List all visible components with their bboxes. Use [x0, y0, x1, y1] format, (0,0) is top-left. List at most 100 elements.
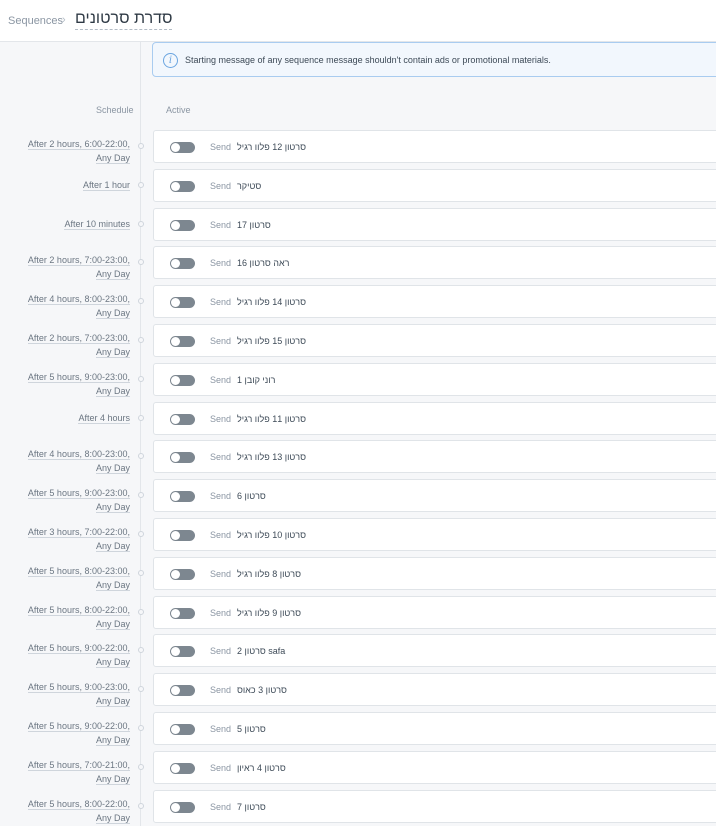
- schedule-line: Any Day: [95, 541, 130, 552]
- message-name-link[interactable]: סרטון 8 פלוו רגיל: [237, 569, 301, 579]
- sequence-message-row[interactable]: Send סרטון 11 פלוו רגיל: [153, 402, 716, 435]
- active-toggle[interactable]: [170, 452, 195, 463]
- message-name-link[interactable]: סטיקר: [237, 181, 261, 191]
- timeline-dot: [138, 725, 144, 731]
- schedule-label[interactable]: After 5 hours, 9:00-22:00, Any Day: [5, 641, 130, 669]
- message-name-link[interactable]: ראה סרטון 16: [237, 258, 289, 268]
- schedule-label[interactable]: After 5 hours, 9:00-23:00, Any Day: [5, 486, 130, 514]
- sequence-title[interactable]: סדרת סרטונים: [75, 10, 173, 30]
- schedule-line: Any Day: [95, 735, 130, 746]
- schedule-line: Any Day: [95, 813, 130, 824]
- message-name-link[interactable]: סרטון 11 פלוו רגיל: [237, 414, 306, 424]
- sequence-message-row[interactable]: Send סרטון 3 כאוס: [153, 673, 716, 706]
- active-toggle[interactable]: [170, 608, 195, 619]
- message-name-link[interactable]: סרטון 17: [237, 220, 271, 230]
- sequence-message-row[interactable]: Send סרטון 17: [153, 208, 716, 241]
- message-name-link[interactable]: סרטון 14 פלוו רגיל: [237, 297, 306, 307]
- sequence-message-row[interactable]: Send סרטון 5: [153, 712, 716, 745]
- active-toggle[interactable]: [170, 220, 195, 231]
- message-name-link[interactable]: סרטון 9 פלוו רגיל: [237, 608, 301, 618]
- timeline-dot: [138, 803, 144, 809]
- sequence-message-row[interactable]: Send סרטון 12 פלוו רגיל: [153, 130, 716, 163]
- schedule-line: Any Day: [95, 657, 130, 668]
- schedule-line: After 5 hours, 9:00-22:00,: [27, 643, 130, 654]
- schedule-header: Schedule: [96, 105, 134, 115]
- sequence-message-row[interactable]: Send סרטון 10 פלוו רגיל: [153, 518, 716, 551]
- schedule-line: Any Day: [95, 502, 130, 513]
- schedule-label[interactable]: After 5 hours, 7:00-21:00, Any Day: [5, 758, 130, 786]
- schedule-label[interactable]: After 5 hours, 8:00-23:00, Any Day: [5, 564, 130, 592]
- message-name-link[interactable]: סרטון 4 ראיון: [237, 763, 286, 773]
- breadcrumb-sequences-link[interactable]: Sequences: [8, 15, 63, 27]
- schedule-label[interactable]: After 10 minutes: [5, 217, 130, 231]
- sequence-message-row[interactable]: Send סרטון 9 פלוו רגיל: [153, 596, 716, 629]
- schedule-label[interactable]: After 2 hours, 7:00-23:00, Any Day: [5, 331, 130, 359]
- active-toggle[interactable]: [170, 181, 195, 192]
- active-toggle[interactable]: [170, 491, 195, 502]
- message-name-link[interactable]: סרטון 5: [237, 724, 266, 734]
- active-toggle[interactable]: [170, 685, 195, 696]
- schedule-label[interactable]: After 5 hours, 9:00-23:00, Any Day: [5, 680, 130, 708]
- send-label: Send: [210, 181, 232, 191]
- sequence-message-row[interactable]: Send סרטון 8 פלוו רגיל: [153, 557, 716, 590]
- timeline-dot: [138, 764, 144, 770]
- schedule-line: After 5 hours, 9:00-23:00,: [27, 372, 130, 383]
- message-name-link[interactable]: סרטון 13 פלוו רגיל: [237, 452, 306, 462]
- schedule-line: After 2 hours, 7:00-23:00,: [27, 333, 130, 344]
- send-label: Send: [210, 802, 232, 812]
- schedule-label[interactable]: After 2 hours, 6:00-22:00, Any Day: [5, 137, 130, 165]
- message-name-link[interactable]: סרטון 7: [237, 802, 266, 812]
- schedule-label[interactable]: After 1 hour: [5, 178, 130, 192]
- schedule-label[interactable]: After 4 hours, 8:00-23:00, Any Day: [5, 292, 130, 320]
- message-name-link[interactable]: סרטון 3 כאוס: [237, 685, 287, 695]
- sequence-message-row[interactable]: Send סרטון 2 safa: [153, 634, 716, 667]
- active-toggle[interactable]: [170, 569, 195, 580]
- active-toggle[interactable]: [170, 297, 195, 308]
- schedule-line: After 4 hours: [78, 413, 130, 424]
- message-name-link[interactable]: רוני קובן 1: [237, 375, 275, 385]
- message-name-link[interactable]: סרטון 2 safa: [237, 646, 285, 656]
- message-name-link[interactable]: סרטון 10 פלוו רגיל: [237, 530, 306, 540]
- sequence-message-row[interactable]: Send סרטון 4 ראיון: [153, 751, 716, 784]
- timeline-dot: [138, 647, 144, 653]
- schedule-line: After 5 hours, 9:00-23:00,: [27, 488, 130, 499]
- active-toggle[interactable]: [170, 530, 195, 541]
- active-header: Active: [166, 105, 191, 115]
- schedule-label[interactable]: After 3 hours, 7:00-22:00, Any Day: [5, 525, 130, 553]
- sequence-message-row[interactable]: Send סרטון 15 פלוו רגיל: [153, 324, 716, 357]
- schedule-label[interactable]: After 5 hours, 9:00-23:00, Any Day: [5, 370, 130, 398]
- schedule-label[interactable]: After 5 hours, 8:00-22:00, Any Day: [5, 603, 130, 631]
- active-toggle[interactable]: [170, 375, 195, 386]
- info-icon: i: [163, 53, 178, 68]
- sequence-message-row[interactable]: Send סטיקר: [153, 169, 716, 202]
- schedule-line: After 2 hours, 7:00-23:00,: [27, 255, 130, 266]
- send-label: Send: [210, 258, 232, 268]
- timeline-dot: [138, 686, 144, 692]
- schedule-label[interactable]: After 4 hours, 8:00-23:00, Any Day: [5, 447, 130, 475]
- message-name-link[interactable]: סרטון 15 פלוו רגיל: [237, 336, 306, 346]
- sequence-message-row[interactable]: Send סרטון 6: [153, 479, 716, 512]
- schedule-line: Any Day: [95, 153, 130, 164]
- message-name-link[interactable]: סרטון 6: [237, 491, 266, 501]
- sequence-message-row[interactable]: Send סרטון 14 פלוו רגיל: [153, 285, 716, 318]
- send-label: Send: [210, 685, 232, 695]
- schedule-label[interactable]: After 2 hours, 7:00-23:00, Any Day: [5, 253, 130, 281]
- active-toggle[interactable]: [170, 336, 195, 347]
- active-toggle[interactable]: [170, 724, 195, 735]
- active-toggle[interactable]: [170, 763, 195, 774]
- schedule-label[interactable]: After 5 hours, 8:00-22:00, Any Day: [5, 797, 130, 825]
- timeline-dot: [138, 415, 144, 421]
- chevron-right-icon: ›: [62, 14, 66, 26]
- active-toggle[interactable]: [170, 802, 195, 813]
- active-toggle[interactable]: [170, 258, 195, 269]
- schedule-label[interactable]: After 4 hours: [5, 411, 130, 425]
- sequence-message-row[interactable]: Send סרטון 7: [153, 790, 716, 823]
- sequence-message-row[interactable]: Send סרטון 13 פלוו רגיל: [153, 440, 716, 473]
- active-toggle[interactable]: [170, 142, 195, 153]
- active-toggle[interactable]: [170, 414, 195, 425]
- schedule-label[interactable]: After 5 hours, 9:00-22:00, Any Day: [5, 719, 130, 747]
- message-name-link[interactable]: סרטון 12 פלוו רגיל: [237, 142, 306, 152]
- sequence-message-row[interactable]: Send ראה סרטון 16: [153, 246, 716, 279]
- sequence-message-row[interactable]: Send רוני קובן 1: [153, 363, 716, 396]
- active-toggle[interactable]: [170, 646, 195, 657]
